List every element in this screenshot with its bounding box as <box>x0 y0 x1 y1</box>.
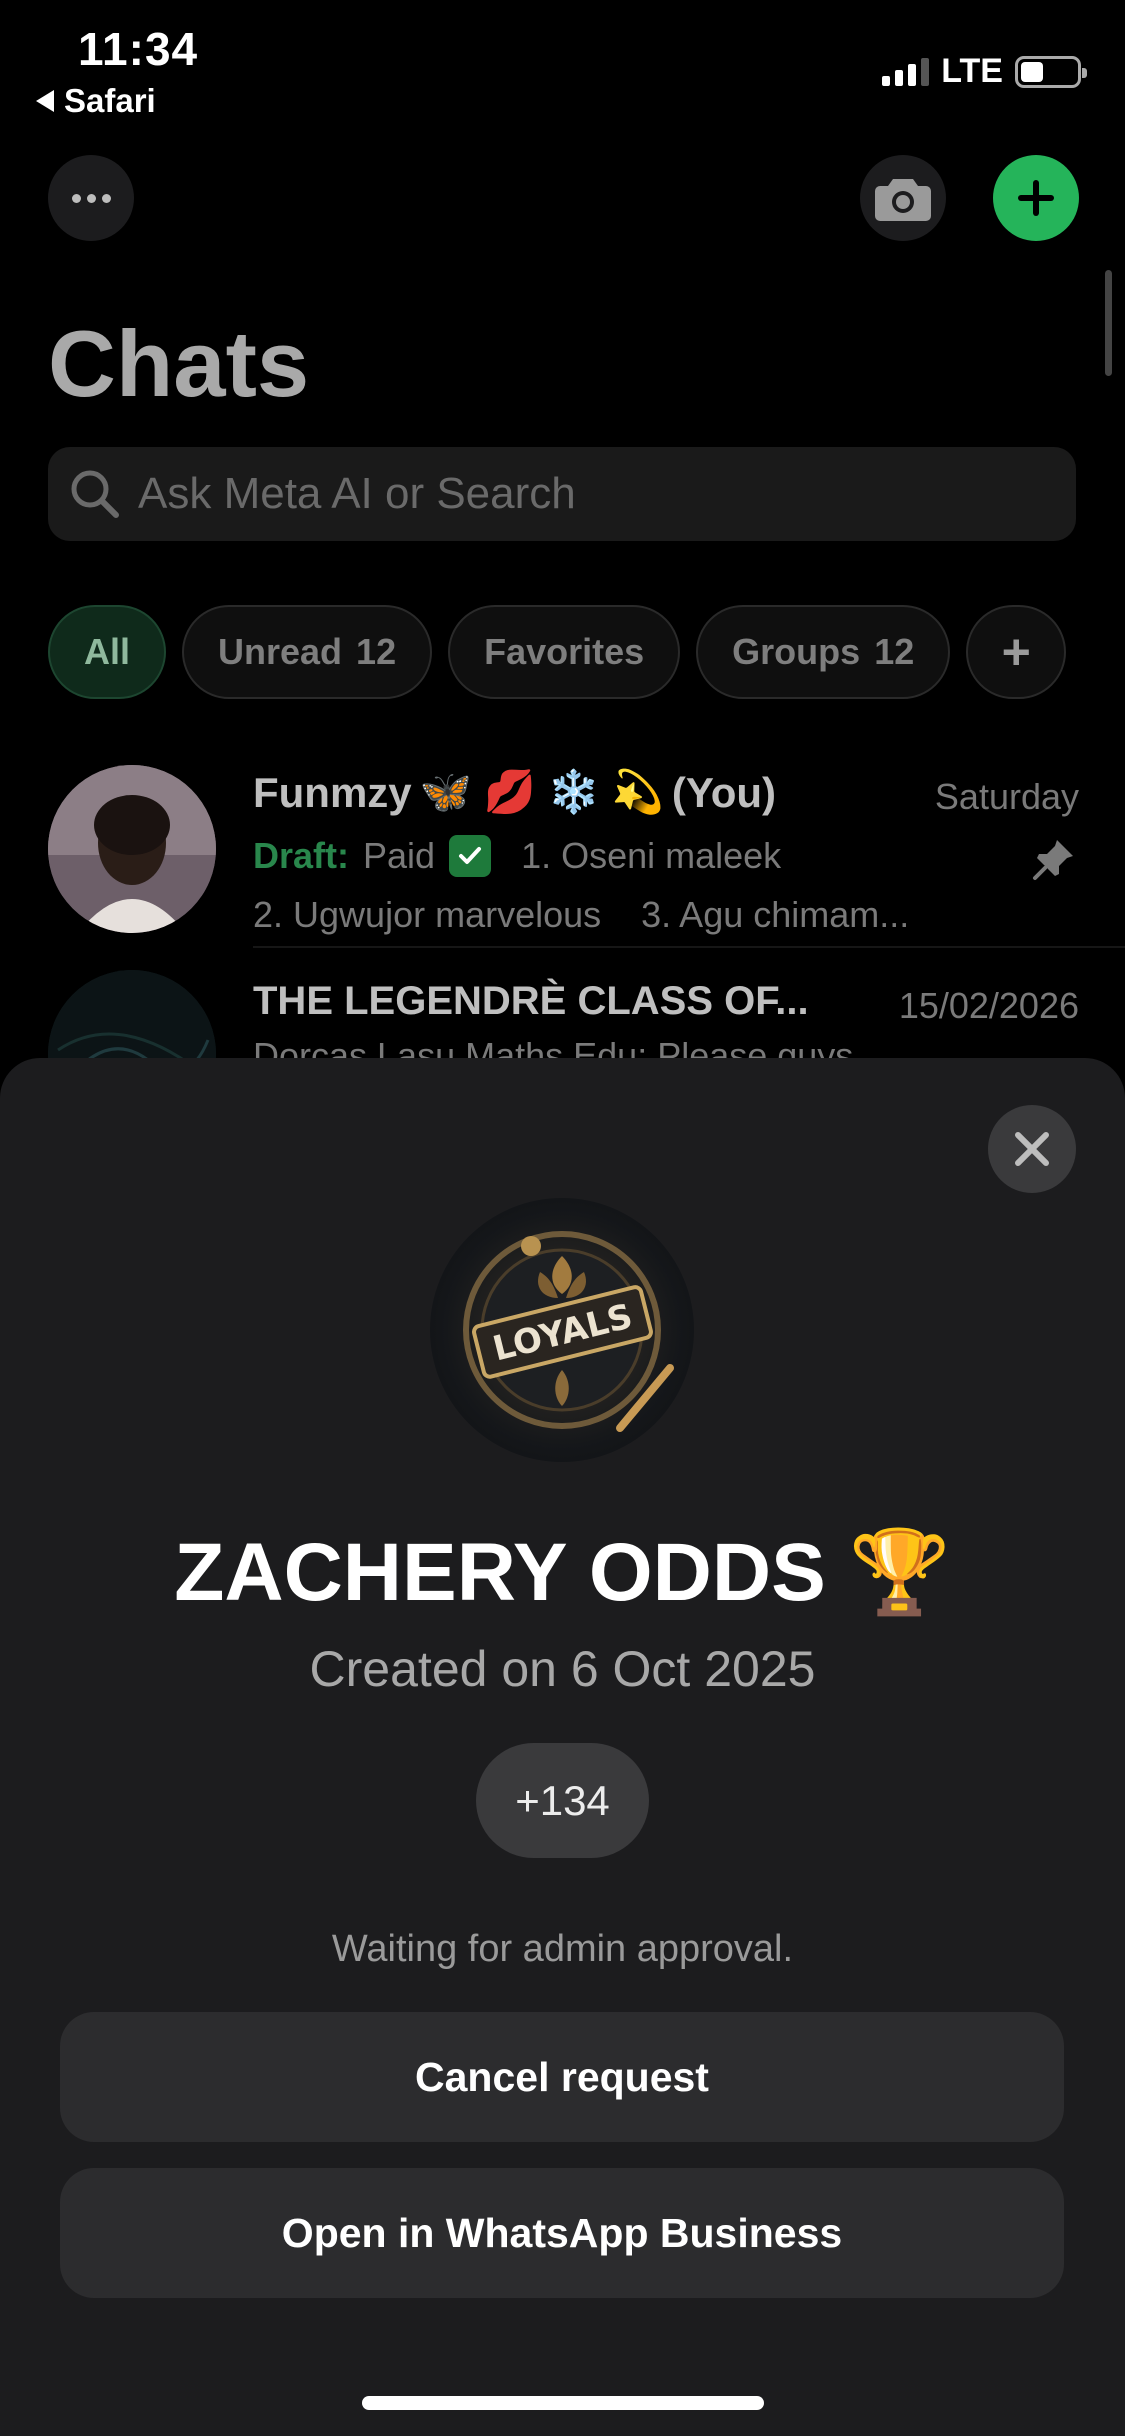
check-mark-icon <box>449 835 492 877</box>
filter-label: Favorites <box>484 631 645 672</box>
plus-icon <box>1018 180 1054 216</box>
chat-preview: Draft: Paid 1. Oseni maleek <box>253 835 781 877</box>
battery-icon <box>1015 55 1087 88</box>
chat-name[interactable]: Funmzy 🦋 💋 ❄️ 💫 (You) <box>253 768 776 817</box>
network-type: LTE <box>941 52 1003 90</box>
back-to-safari[interactable]: Safari <box>36 82 156 120</box>
avatar[interactable] <box>48 765 216 933</box>
draft-label: Draft: <box>253 835 349 876</box>
close-button[interactable] <box>988 1105 1076 1193</box>
approval-status: Waiting for admin approval. <box>331 1928 794 1970</box>
camera-button[interactable] <box>860 155 946 241</box>
scrollbar[interactable] <box>1105 270 1112 376</box>
page-title: Chats <box>48 311 310 416</box>
home-indicator[interactable] <box>362 2396 764 2410</box>
chat-preview-line: 2. Ugwujor marvelous 3. Agu chimam... <box>253 894 910 935</box>
group-name: ZACHERY ODDS 🏆 <box>0 1525 1125 1621</box>
new-chat-button[interactable] <box>993 155 1079 241</box>
filter-favorites[interactable]: Favorites <box>448 605 681 699</box>
back-arrow-icon <box>36 90 54 112</box>
group-name-text: ZACHERY ODDS <box>174 1527 826 1618</box>
filter-all[interactable]: All <box>48 605 167 699</box>
search-icon <box>71 470 119 518</box>
close-icon <box>1015 1132 1049 1166</box>
chat-time: Saturday <box>934 776 1079 817</box>
created-date: Created on 6 Oct 2025 <box>309 1641 816 1697</box>
preview-text: 1. Oseni maleek <box>521 835 782 876</box>
profile-photo <box>48 765 216 933</box>
loyals-logo: LOYALS <box>463 1231 674 1432</box>
divider <box>253 946 1125 948</box>
cancel-request-button[interactable]: Cancel request <box>60 2012 1064 2142</box>
filter-count: 12 <box>874 631 915 672</box>
group-avatar: LOYALS <box>430 1198 694 1462</box>
search-input[interactable]: Ask Meta AI or Search <box>48 447 1076 541</box>
filter-label: Unread <box>218 631 343 672</box>
chat-name-text: Funmzy <box>253 768 412 816</box>
camera-icon <box>875 179 931 221</box>
signal-icon <box>882 57 930 86</box>
pin-icon <box>1031 836 1077 887</box>
member-count-badge[interactable]: +134 <box>476 1743 649 1858</box>
back-label: Safari <box>64 82 156 119</box>
more-options-button[interactable] <box>48 155 134 241</box>
filter-label: Groups <box>732 631 861 672</box>
status-time: 11:34 <box>78 23 199 75</box>
filter-count: 12 <box>356 631 397 672</box>
open-in-business-button[interactable]: Open in WhatsApp Business <box>60 2168 1064 2298</box>
filter-bar: All Unread 12 Favorites Groups 12 + <box>48 605 1067 699</box>
add-filter-button[interactable]: + <box>966 605 1067 699</box>
ellipsis-icon <box>71 193 81 203</box>
search-placeholder: Ask Meta AI or Search <box>138 469 576 518</box>
chat-time: 15/02/2026 <box>898 985 1079 1026</box>
chat-name-emojis: 🦋 💋 ❄️ 💫 <box>419 768 664 815</box>
filter-unread[interactable]: Unread 12 <box>182 605 433 699</box>
status-indicators: LTE <box>882 52 1087 91</box>
filter-label: All <box>84 631 131 672</box>
chat-name-suffix: (You) <box>671 768 777 816</box>
preview-text: Paid <box>363 835 436 876</box>
chat-name[interactable]: THE LEGENDRÈ CLASS OF... <box>253 979 809 1024</box>
filter-groups[interactable]: Groups 12 <box>696 605 951 699</box>
trophy-icon: 🏆 <box>848 1527 951 1618</box>
